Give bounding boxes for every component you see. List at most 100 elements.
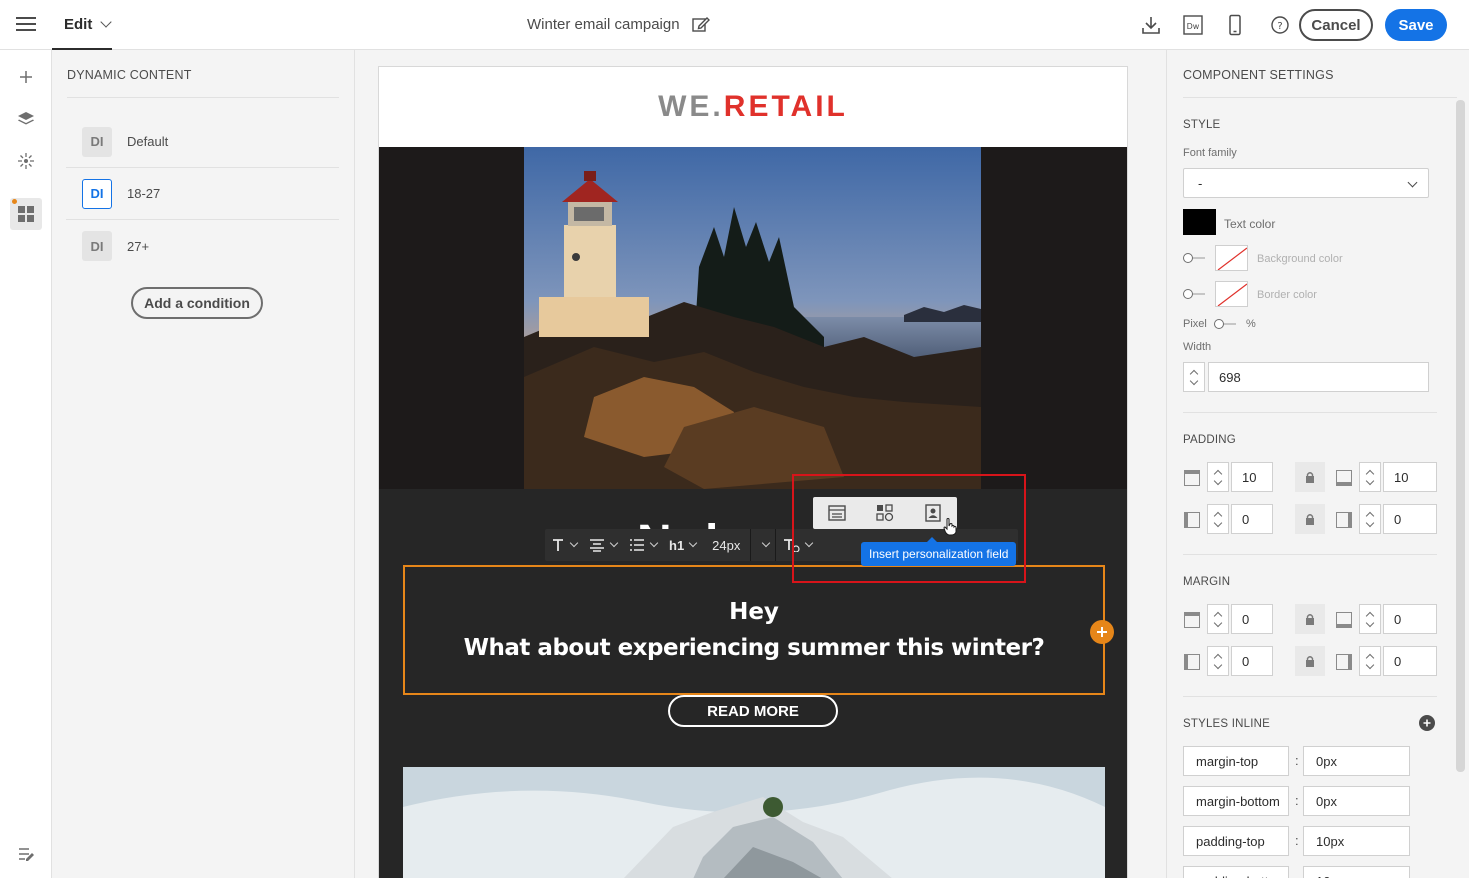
- inline-style-key[interactable]: margin-top: [1183, 746, 1289, 776]
- condition-item-18-27[interactable]: DI 18-27: [66, 168, 339, 220]
- snowy-rock-image[interactable]: [403, 767, 1105, 878]
- style-section-label: STYLE: [1183, 119, 1221, 131]
- dreamweaver-export-icon[interactable]: Dw: [1182, 14, 1204, 36]
- inline-style-value[interactable]: 0px: [1303, 786, 1410, 816]
- top-bar: Edit Winter email campaign Dw ? Cancel S…: [0, 0, 1469, 50]
- text-style-icon: [553, 539, 563, 551]
- add-condition-button[interactable]: Add a condition: [131, 287, 263, 319]
- padding-lock-button[interactable]: [1295, 504, 1325, 534]
- chevron-down-icon: [762, 538, 771, 548]
- mobile-preview-icon[interactable]: [1224, 14, 1246, 36]
- lock-icon: [1306, 656, 1314, 667]
- read-more-button[interactable]: READ MORE: [668, 695, 838, 727]
- background-color-swatch[interactable]: [1215, 245, 1248, 271]
- padding-top-input[interactable]: 10: [1231, 462, 1273, 492]
- greeting-text[interactable]: Hey: [729, 599, 779, 625]
- headline-text[interactable]: What about experiencing summer this wint…: [464, 635, 1045, 661]
- padding-right-icon: [1336, 512, 1352, 528]
- unit-toggle[interactable]: [1214, 319, 1238, 329]
- align-button[interactable]: [583, 529, 623, 561]
- margin-right-input[interactable]: 0: [1383, 646, 1437, 676]
- padding-top-stepper[interactable]: [1207, 462, 1229, 492]
- settings-scrollbar[interactable]: [1456, 100, 1465, 772]
- text-color-swatch[interactable]: [1183, 209, 1216, 235]
- padding-bottom-input[interactable]: 10: [1383, 462, 1437, 492]
- font-size-dropdown[interactable]: [751, 529, 775, 561]
- dynamic-content-list: DI Default DI 18-27 DI 27+: [66, 116, 339, 272]
- left-rail: [0, 50, 52, 878]
- add-component-icon[interactable]: [10, 61, 42, 93]
- border-color-swatch[interactable]: [1215, 281, 1248, 307]
- lighthouse-image[interactable]: [524, 147, 981, 489]
- add-block-icon[interactable]: [1090, 620, 1114, 644]
- text-color-label: Text color: [1224, 217, 1276, 231]
- inline-style-key[interactable]: padding-top: [1183, 826, 1289, 856]
- align-center-icon: [590, 539, 604, 552]
- margin-left-icon: [1184, 654, 1200, 670]
- margin-top-stepper[interactable]: [1207, 604, 1229, 634]
- component-settings-panel: COMPONENT SETTINGS STYLE Font family - T…: [1166, 50, 1469, 878]
- padding-bottom-icon: [1336, 470, 1352, 486]
- padding-left-stepper[interactable]: [1207, 504, 1229, 534]
- text-style-button[interactable]: [545, 529, 583, 561]
- inline-style-key[interactable]: margin-bottom: [1183, 786, 1289, 816]
- font-size-input[interactable]: 24px: [702, 529, 750, 561]
- download-icon[interactable]: [1140, 14, 1162, 36]
- margin-bottom-input[interactable]: 0: [1383, 604, 1437, 634]
- colon-separator: :: [1295, 753, 1299, 768]
- chevron-down-icon: [649, 538, 659, 548]
- add-inline-style-icon[interactable]: [1419, 715, 1435, 731]
- condition-badge: DI: [82, 126, 112, 157]
- condition-rules-icon[interactable]: [16, 845, 36, 865]
- padding-right-input[interactable]: 0: [1383, 504, 1437, 534]
- panel-title: DYNAMIC CONTENT: [67, 68, 192, 82]
- margin-left-input[interactable]: 0: [1231, 646, 1273, 676]
- width-input[interactable]: 698: [1208, 362, 1429, 392]
- fragments-icon[interactable]: [10, 145, 42, 177]
- font-family-select[interactable]: -: [1183, 168, 1429, 198]
- padding-top-icon: [1184, 470, 1200, 486]
- margin-right-icon: [1336, 654, 1352, 670]
- condition-item-default[interactable]: DI Default: [66, 116, 339, 168]
- background-color-toggle[interactable]: [1183, 253, 1207, 263]
- help-icon[interactable]: ?: [1269, 14, 1291, 36]
- selected-text-block[interactable]: Hey What about experiencing summer this …: [403, 565, 1105, 695]
- inline-style-key[interactable]: padding-bottom: [1183, 866, 1289, 878]
- cancel-button[interactable]: Cancel: [1299, 9, 1373, 41]
- save-button[interactable]: Save: [1385, 9, 1447, 41]
- logo-retail: RETAIL: [723, 90, 848, 123]
- padding-bottom-stepper[interactable]: [1359, 462, 1381, 492]
- border-color-toggle[interactable]: [1183, 289, 1207, 299]
- inline-style-value[interactable]: 0px: [1303, 746, 1410, 776]
- margin-left-stepper[interactable]: [1207, 646, 1229, 676]
- inline-style-value[interactable]: 10px: [1303, 866, 1410, 878]
- divider: [1183, 554, 1437, 555]
- list-button[interactable]: [623, 529, 663, 561]
- padding-section-label: PADDING: [1183, 434, 1236, 446]
- edit-tab[interactable]: Edit: [52, 0, 112, 50]
- margin-lock-button[interactable]: [1295, 646, 1325, 676]
- layers-icon[interactable]: [10, 103, 42, 135]
- condition-badge: DI: [82, 231, 112, 261]
- lock-icon: [1306, 514, 1314, 525]
- divider: [1183, 696, 1437, 697]
- margin-bottom-stepper[interactable]: [1359, 604, 1381, 634]
- margin-right-stepper[interactable]: [1359, 646, 1381, 676]
- padding-left-input[interactable]: 0: [1231, 504, 1273, 534]
- lock-icon: [1306, 614, 1314, 625]
- heading-level-select[interactable]: h1: [663, 529, 702, 561]
- email-header[interactable]: WE.RETAIL: [379, 67, 1127, 147]
- edit-title-icon[interactable]: [691, 15, 710, 33]
- width-stepper[interactable]: [1183, 362, 1205, 392]
- dynamic-content-panel: DYNAMIC CONTENT DI Default DI 18-27 DI 2…: [52, 50, 355, 878]
- condition-item-27-plus[interactable]: DI 27+: [66, 220, 339, 272]
- padding-lock-button[interactable]: [1295, 462, 1325, 492]
- margin-lock-button[interactable]: [1295, 604, 1325, 634]
- inline-style-value[interactable]: 10px: [1303, 826, 1410, 856]
- colon-separator: :: [1295, 793, 1299, 808]
- menu-icon[interactable]: [16, 17, 36, 33]
- chevron-down-icon: [609, 538, 619, 548]
- margin-top-input[interactable]: 0: [1231, 604, 1273, 634]
- padding-right-stepper[interactable]: [1359, 504, 1381, 534]
- list-icon: [630, 539, 644, 551]
